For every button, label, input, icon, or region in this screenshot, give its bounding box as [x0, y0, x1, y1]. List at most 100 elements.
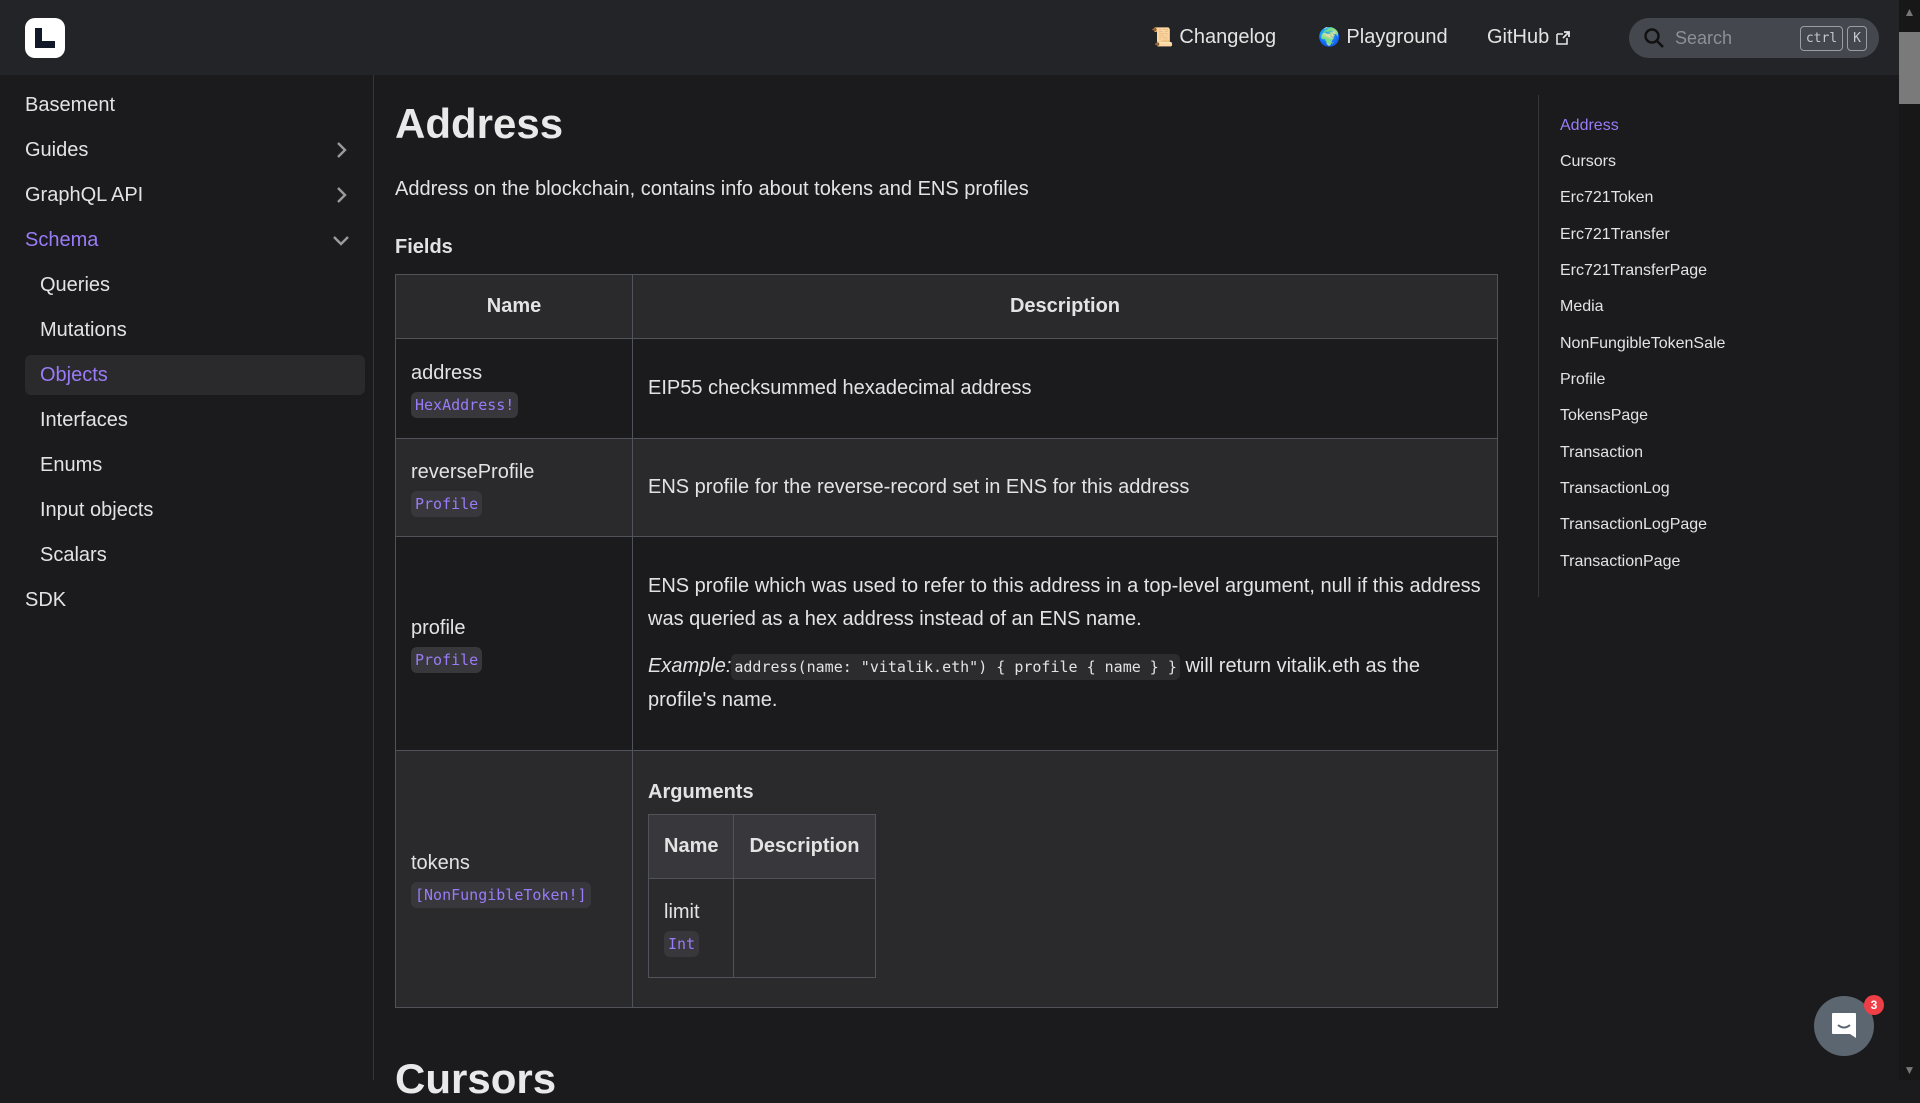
search-box[interactable]: Search ctrl K	[1629, 18, 1879, 58]
sidebar-item-sdk[interactable]: SDK	[25, 580, 365, 620]
sidebar-item-objects[interactable]: Objects	[25, 355, 365, 395]
sidebar-item-label: Mutations	[40, 318, 127, 341]
arguments-heading: Arguments	[648, 780, 754, 803]
globe-icon: 🌍	[1318, 27, 1341, 47]
example-code: address(name: "vitalik.eth") { profile {…	[731, 654, 1180, 680]
chevron-down-icon[interactable]	[331, 230, 351, 250]
field-name: address	[411, 361, 483, 384]
search-placeholder[interactable]: Search	[1675, 28, 1800, 49]
args-column-name: Name	[647, 813, 735, 879]
sidebar-item-label: GraphQL API	[25, 183, 144, 206]
toc-item[interactable]: Erc721Token	[1560, 189, 1653, 207]
field-description: ENS profile which was used to refer to t…	[648, 575, 1481, 630]
sidebar-item-scalars[interactable]: Scalars	[25, 535, 365, 575]
toc-item[interactable]: Cursors	[1560, 153, 1616, 171]
search-icon	[1644, 28, 1664, 48]
changelog-link[interactable]: Changelog	[1179, 26, 1276, 49]
sidebar-item-schema[interactable]: Schema	[25, 220, 365, 260]
site-logo[interactable]	[25, 18, 65, 58]
toc-item[interactable]: TransactionLogPage	[1560, 516, 1707, 534]
table-row: profile Profile ENS profile which was us…	[395, 536, 1498, 751]
sidebar-item-label: Objects	[40, 363, 108, 386]
sidebar-item-label: Guides	[25, 138, 89, 161]
scrollbar-thumb[interactable]	[1899, 32, 1920, 104]
sidebar-item-graphql-api[interactable]: GraphQL API	[25, 175, 365, 215]
sidebar-item-queries[interactable]: Queries	[25, 265, 365, 305]
field-type[interactable]: Profile	[411, 646, 483, 673]
page-description: Address on the blockchain, contains info…	[395, 178, 1029, 200]
toc-item[interactable]: Erc721TransferPage	[1560, 262, 1707, 280]
sidebar-item-label: Enums	[40, 453, 103, 476]
sidebar-item-guides[interactable]: Guides	[25, 130, 365, 170]
table-row: address HexAddress! EIP55 checksummed he…	[395, 338, 1498, 439]
toc-item[interactable]: Erc721Transfer	[1560, 226, 1670, 244]
nav-playground[interactable]: 🌍 Playground	[1318, 0, 1448, 75]
sidebar-item-label: Scalars	[40, 543, 107, 566]
toc-item[interactable]: Media	[1560, 298, 1604, 316]
field-type[interactable]: Profile	[411, 490, 483, 517]
toc-item[interactable]: Profile	[1560, 371, 1605, 389]
chevron-right-icon[interactable]	[331, 185, 351, 205]
sidebar-item-basement[interactable]: Basement	[25, 85, 365, 125]
nav-github[interactable]: GitHub	[1487, 0, 1571, 75]
sidebar-item-label: Basement	[25, 93, 116, 116]
shortcut-key-k: K	[1847, 25, 1867, 51]
toc-item[interactable]: TransactionLog	[1560, 480, 1670, 498]
fields-heading: Fields	[395, 236, 453, 258]
table-row: reverseProfile Profile ENS profile for t…	[395, 438, 1498, 537]
example-label: Example:	[648, 655, 732, 677]
sidebar-item-label: Input objects	[40, 498, 154, 521]
arg-description	[733, 877, 876, 978]
toc-item[interactable]: Address	[1560, 117, 1619, 135]
args-column-description: Description	[733, 813, 876, 879]
top-header: 📜 Changelog 🌍 Playground GitHub Search c…	[0, 0, 1899, 75]
scroll-icon: 📜	[1151, 27, 1174, 47]
sidebar-item-mutations[interactable]: Mutations	[25, 310, 365, 350]
arg-name: limit	[664, 900, 700, 923]
field-description: ENS profile for the reverse-record set i…	[648, 476, 1190, 498]
section-heading-cursors: Cursors	[395, 1055, 557, 1102]
field-type[interactable]: [NonFungibleToken!]	[411, 882, 591, 908]
table-row: tokens [NonFungibleToken!] Arguments Nam…	[395, 750, 1498, 1008]
sidebar-item-label: Queries	[40, 273, 111, 296]
field-type[interactable]: HexAddress!	[411, 391, 519, 418]
field-name: reverseProfile	[411, 460, 535, 483]
sidebar-item-label: SDK	[25, 588, 67, 611]
playground-link[interactable]: Playground	[1346, 26, 1447, 49]
page-scrollbar[interactable]: ▲ ▼	[1899, 0, 1920, 1080]
scroll-up-arrow-icon[interactable]: ▲	[1899, 2, 1920, 22]
arg-type[interactable]: Int	[664, 930, 700, 957]
fields-table: Name Description address HexAddress! EIP…	[395, 274, 1498, 1008]
field-name: profile	[411, 616, 466, 639]
page-title: Address	[395, 100, 564, 147]
sidebar-item-enums[interactable]: Enums	[25, 445, 365, 485]
sidebar-item-interfaces[interactable]: Interfaces	[25, 400, 365, 440]
github-link[interactable]: GitHub	[1487, 26, 1549, 49]
chat-icon	[1832, 1013, 1856, 1038]
arguments-table: Name Description limit Int	[647, 813, 876, 978]
logo-icon	[35, 28, 55, 48]
sidebar-item-label: Interfaces	[40, 408, 128, 431]
external-link-icon	[1556, 30, 1571, 45]
sidebar-item-label: Schema	[25, 228, 99, 251]
nav-changelog[interactable]: 📜 Changelog	[1151, 0, 1276, 75]
field-example: Example: address(name: "vitalik.eth") { p…	[648, 650, 1482, 717]
args-header-row: Name Description	[647, 813, 876, 879]
column-header-name: Name	[395, 274, 633, 339]
scroll-down-arrow-icon[interactable]: ▼	[1899, 1060, 1920, 1080]
column-header-description: Description	[632, 274, 1498, 339]
field-name: tokens	[411, 852, 470, 874]
shortcut-key-ctrl: ctrl	[1799, 25, 1844, 51]
chevron-right-icon[interactable]	[331, 140, 351, 160]
table-header-row: Name Description	[395, 274, 1498, 339]
field-description: EIP55 checksummed hexadecimal address	[648, 377, 1032, 399]
toc-item[interactable]: TokensPage	[1560, 407, 1648, 425]
args-row: limit Int	[647, 877, 876, 978]
table-of-contents: Address Cursors Erc721Token Erc721Transf…	[1538, 95, 1838, 597]
toc-item[interactable]: NonFungibleTokenSale	[1560, 335, 1725, 353]
sidebar-item-input-objects[interactable]: Input objects	[25, 490, 365, 530]
toc-item[interactable]: TransactionPage	[1560, 553, 1680, 571]
chat-notification-badge: 3	[1864, 995, 1884, 1015]
sidebar: Basement Guides GraphQL API Schema Queri…	[0, 75, 374, 1080]
toc-item[interactable]: Transaction	[1560, 444, 1643, 462]
